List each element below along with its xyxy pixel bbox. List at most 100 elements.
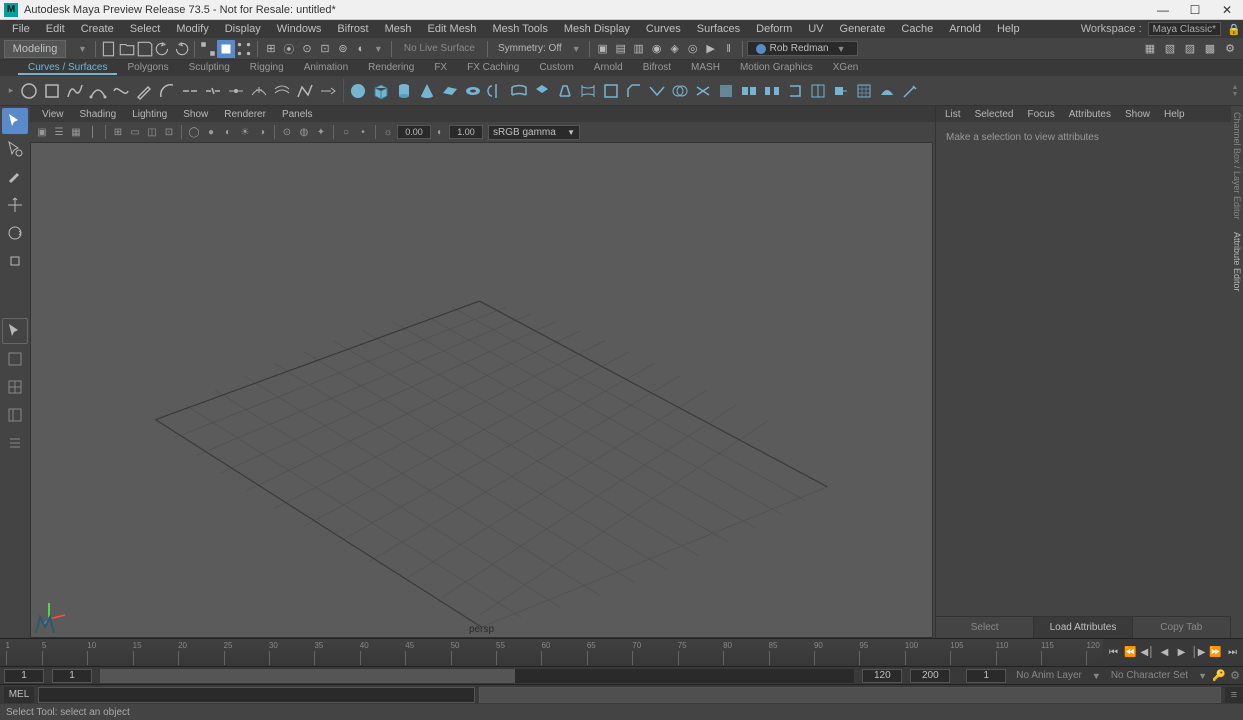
step-back-frame-icon[interactable]: ◀│	[1139, 642, 1156, 664]
shadows-icon[interactable]: ◑	[254, 124, 270, 140]
shelf-tab-mash[interactable]: MASH	[681, 62, 730, 75]
side-tab-attribute-editor[interactable]: Attribute Editor	[1232, 226, 1242, 298]
menu-item-file[interactable]: File	[4, 23, 38, 35]
detach-curve-icon[interactable]	[202, 80, 224, 102]
render-icon[interactable]: ▣	[594, 40, 612, 58]
dot-icon[interactable]: •	[355, 124, 371, 140]
grid-toggle-icon[interactable]: ⊞	[110, 124, 126, 140]
command-input[interactable]	[38, 687, 475, 703]
sidebar-toggle-a-icon[interactable]: ▦	[1141, 40, 1159, 58]
extend-surface-icon[interactable]	[830, 80, 852, 102]
menu-item-arnold[interactable]: Arnold	[941, 23, 989, 35]
symmetry-toggle[interactable]: Symmetry: Off	[492, 43, 568, 54]
insert-knot-icon[interactable]	[225, 80, 247, 102]
layout-single-icon[interactable]	[2, 346, 28, 372]
shelf-tab-motion-graphics[interactable]: Motion Graphics	[730, 62, 823, 75]
menu-item-mesh[interactable]: Mesh	[377, 23, 420, 35]
shelf-tab-fx[interactable]: FX	[424, 62, 457, 75]
field-chart-icon[interactable]: ⊡	[161, 124, 177, 140]
snap-grid-icon[interactable]: ⊞	[262, 40, 280, 58]
menu-item-bifrost[interactable]: Bifrost	[329, 23, 376, 35]
menu-item-mesh-tools[interactable]: Mesh Tools	[484, 23, 555, 35]
range-slider[interactable]	[100, 669, 854, 683]
play-forward-icon[interactable]: ▶	[1173, 642, 1190, 664]
panel-menu-panels[interactable]: Panels	[274, 109, 321, 120]
last-tool-icon[interactable]	[2, 318, 28, 344]
save-scene-icon[interactable]	[136, 40, 154, 58]
shelf-tab-arnold[interactable]: Arnold	[584, 62, 633, 75]
shelf-tab-bifrost[interactable]: Bifrost	[633, 62, 681, 75]
project-curve-icon[interactable]	[646, 80, 668, 102]
menu-item-deform[interactable]: Deform	[748, 23, 800, 35]
nurbs-torus-icon[interactable]	[462, 80, 484, 102]
extend-curve-icon[interactable]	[317, 80, 339, 102]
loft-icon[interactable]	[508, 80, 530, 102]
snap-live-icon[interactable]: ⊚	[334, 40, 352, 58]
bevel-icon[interactable]	[623, 80, 645, 102]
wireframe-icon[interactable]: ◯	[186, 124, 202, 140]
menu-item-mesh-display[interactable]: Mesh Display	[556, 23, 638, 35]
sidebar-toggle-b-icon[interactable]: ▧	[1161, 40, 1179, 58]
select-object-icon[interactable]	[217, 40, 235, 58]
anim-start-input[interactable]	[4, 669, 44, 683]
boundary-icon[interactable]	[600, 80, 622, 102]
film-gate-icon[interactable]: ▭	[127, 124, 143, 140]
shelf-tab-rendering[interactable]: Rendering	[358, 62, 424, 75]
attr-menu-help[interactable]: Help	[1157, 109, 1192, 120]
menu-item-cache[interactable]: Cache	[893, 23, 941, 35]
smooth-shade-icon[interactable]: ●	[203, 124, 219, 140]
snap-plane-icon[interactable]: ⊡	[316, 40, 334, 58]
isolate-icon[interactable]: ⊙	[279, 124, 295, 140]
light-editor-icon[interactable]: ◎	[684, 40, 702, 58]
scale-tool[interactable]	[2, 248, 28, 274]
shelf-tab-rigging[interactable]: Rigging	[240, 62, 294, 75]
xray-joints-icon[interactable]: ✦	[313, 124, 329, 140]
cmd-language-label[interactable]: MEL	[4, 687, 34, 703]
shelf-tab-curves-surfaces[interactable]: Curves / Surfaces	[18, 62, 117, 75]
cv-curve-icon[interactable]	[64, 80, 86, 102]
insert-isoparm-icon[interactable]	[807, 80, 829, 102]
go-to-end-icon[interactable]: ⏭	[1224, 642, 1241, 664]
new-scene-icon[interactable]	[100, 40, 118, 58]
surface-edit-icon[interactable]	[899, 80, 921, 102]
panel-menu-view[interactable]: View	[34, 109, 72, 120]
attach-surface-icon[interactable]	[738, 80, 760, 102]
play-icon[interactable]: ▶	[702, 40, 720, 58]
detach-surface-icon[interactable]	[761, 80, 783, 102]
textured-icon[interactable]: ◐	[220, 124, 236, 140]
sculpt-surface-icon[interactable]	[876, 80, 898, 102]
select-hierarchy-icon[interactable]	[199, 40, 217, 58]
move-tool[interactable]	[2, 192, 28, 218]
attr-menu-selected[interactable]: Selected	[968, 109, 1021, 120]
range-end-input[interactable]	[862, 669, 902, 683]
trim-icon[interactable]	[692, 80, 714, 102]
nurbs-cube-icon[interactable]	[370, 80, 392, 102]
exposure-input[interactable]	[397, 125, 431, 139]
untrim-icon[interactable]	[715, 80, 737, 102]
lasso-tool[interactable]	[2, 136, 28, 162]
attr-menu-show[interactable]: Show	[1118, 109, 1157, 120]
step-forward-frame-icon[interactable]: │▶	[1190, 642, 1207, 664]
render-settings-icon[interactable]: ▥	[630, 40, 648, 58]
color-space-selector[interactable]: sRGB gamma ▼	[488, 125, 580, 140]
script-editor-icon[interactable]: ≡	[1225, 687, 1243, 703]
exposure-icon[interactable]: ☼	[380, 124, 396, 140]
shelf-tab-xgen[interactable]: XGen	[823, 62, 869, 75]
panel-menu-lighting[interactable]: Lighting	[124, 109, 175, 120]
settings-icon[interactable]: ⚙	[1221, 40, 1239, 58]
step-back-key-icon[interactable]: ⏪	[1122, 642, 1139, 664]
nurbs-plane-icon[interactable]	[439, 80, 461, 102]
gate-mask-icon[interactable]: ◫	[144, 124, 160, 140]
nurbs-sphere-icon[interactable]	[347, 80, 369, 102]
pause-icon[interactable]: ‖	[720, 40, 738, 58]
current-frame-input[interactable]	[966, 669, 1006, 683]
select-tool[interactable]	[2, 108, 28, 134]
image-plane-icon[interactable]: ▦	[68, 124, 84, 140]
user-account-badge[interactable]: Rob Redman ▼	[747, 41, 859, 56]
shelf-scroll-up-icon[interactable]: ▲	[1232, 84, 1239, 91]
menu-item-surfaces[interactable]: Surfaces	[689, 23, 748, 35]
select-component-icon[interactable]	[235, 40, 253, 58]
shelf-tab-polygons[interactable]: Polygons	[117, 62, 178, 75]
window-maximize-button[interactable]: ☐	[1183, 2, 1207, 18]
bookmark-icon[interactable]: ☰	[51, 124, 67, 140]
